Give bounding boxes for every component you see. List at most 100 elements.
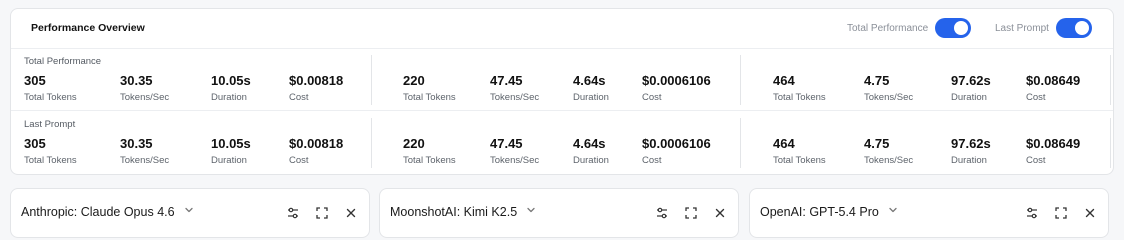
metric-value: 4.64s [573,73,606,88]
metric-value: $0.08649 [1026,136,1081,151]
close-icon[interactable] [711,204,729,222]
metric-value: 10.05s [211,136,251,151]
last-prompt-toggle-group: Last Prompt [995,18,1092,38]
metric-value: 305 [24,136,46,151]
sliders-icon[interactable] [653,204,671,222]
model-card-gpt: OpenAI: GPT-5.4 Pro [749,188,1109,238]
metric-label: Tokens/Sec [490,92,540,103]
column-divider [371,55,372,105]
metric-label: Cost [289,155,309,166]
expand-icon[interactable] [313,204,331,222]
last-prompt-toggle[interactable] [1055,18,1092,38]
metric-label: Total Tokens [24,155,77,166]
metric-value: 47.45 [490,136,523,151]
metric-label: Cost [642,155,662,166]
metric-label: Duration [573,92,609,103]
expand-icon[interactable] [1052,204,1070,222]
total-tokens-metric: 464 Total Tokens [773,73,826,103]
model-name: MoonshotAI: Kimi K2.5 [390,204,518,219]
metric-value: 97.62s [951,73,991,88]
cost-metric: $0.08649 Cost [1026,73,1080,103]
chevron-down-icon [887,204,899,219]
performance-overview-panel: Performance Overview Total Performance L… [10,8,1114,175]
column-divider [1110,55,1111,105]
cost-metric: $0.0006106 Cost [642,73,711,103]
metric-label: Total Tokens [403,92,456,103]
model-selector[interactable]: MoonshotAI: Kimi K2.5 [390,204,537,219]
metric-value: 4.75 [864,136,890,151]
total-tokens-metric: 464 Total Tokens [773,136,826,166]
metric-value: 4.64s [573,136,606,151]
metric-value: $0.0006106 [642,136,711,151]
duration-metric: 10.05s Duration [211,73,251,103]
total-performance-toggle[interactable] [935,18,972,38]
metric-value: 305 [24,73,46,88]
card-actions [273,204,360,222]
model-selector[interactable]: OpenAI: GPT-5.4 Pro [760,204,899,219]
expand-icon[interactable] [682,204,700,222]
cost-metric: $0.0006106 Cost [642,136,711,166]
total-performance-toggle-group: Total Performance [847,18,972,38]
metric-value: 220 [403,136,425,151]
metric-label: Total Tokens [773,155,826,166]
metric-value: $0.08649 [1026,73,1081,88]
total-tokens-metric: 305 Total Tokens [24,73,77,103]
metric-value: 97.62s [951,136,991,151]
close-icon[interactable] [342,204,360,222]
cost-metric: $0.00818 Cost [289,73,343,103]
metric-label: Duration [211,155,247,166]
chevron-down-icon [525,204,537,219]
duration-metric: 4.64s Duration [573,136,609,166]
cost-metric: $0.08649 Cost [1026,136,1080,166]
sliders-icon[interactable] [284,204,302,222]
tokens-per-sec-metric: 30.35 Tokens/Sec [120,73,169,103]
duration-metric: 97.62s Duration [951,136,991,166]
total-performance-toggle-label: Total Performance [847,22,929,34]
metric-value: $0.00818 [289,73,344,88]
metric-label: Duration [211,92,247,103]
total-performance-row: Total Performance 305 Total Tokens 30.35… [11,49,1113,111]
sliders-icon[interactable] [1023,204,1041,222]
metric-label: Cost [289,92,309,103]
cost-metric: $0.00818 Cost [289,136,343,166]
metric-label: Tokens/Sec [120,92,170,103]
column-divider [740,118,741,168]
metric-value: 464 [773,73,795,88]
row-label: Last Prompt [24,119,76,130]
column-divider [1110,118,1111,168]
card-actions [642,204,729,222]
duration-metric: 97.62s Duration [951,73,991,103]
metric-label: Duration [573,155,609,166]
row-label: Total Performance [24,56,102,67]
metric-label: Cost [1026,92,1046,103]
model-name: OpenAI: GPT-5.4 Pro [760,204,879,219]
metric-label: Duration [951,155,987,166]
duration-metric: 4.64s Duration [573,73,609,103]
toggle-knob [1074,21,1089,35]
tokens-per-sec-metric: 4.75 Tokens/Sec [864,136,913,166]
model-card-claude: Anthropic: Claude Opus 4.6 [10,188,370,238]
metric-value: 47.45 [490,73,523,88]
column-divider [371,118,372,168]
column-divider [740,55,741,105]
tokens-per-sec-metric: 47.45 Tokens/Sec [490,73,539,103]
metric-value: 220 [403,73,425,88]
metric-label: Duration [951,92,987,103]
duration-metric: 10.05s Duration [211,136,251,166]
tokens-per-sec-metric: 4.75 Tokens/Sec [864,73,913,103]
toggle-knob [954,21,969,35]
metric-value: 10.05s [211,73,251,88]
metric-label: Tokens/Sec [490,155,540,166]
model-selector[interactable]: Anthropic: Claude Opus 4.6 [21,204,195,219]
metric-label: Cost [642,92,662,103]
metric-value: 30.35 [120,136,153,151]
metric-label: Total Tokens [403,155,456,166]
metric-value: 464 [773,136,795,151]
panel-header: Performance Overview Total Performance L… [11,9,1113,49]
close-icon[interactable] [1081,204,1099,222]
tokens-per-sec-metric: 47.45 Tokens/Sec [490,136,539,166]
model-name: Anthropic: Claude Opus 4.6 [21,204,175,219]
metric-value: $0.0006106 [642,73,711,88]
panel-title: Performance Overview [31,22,145,34]
last-prompt-toggle-label: Last Prompt [995,22,1049,34]
